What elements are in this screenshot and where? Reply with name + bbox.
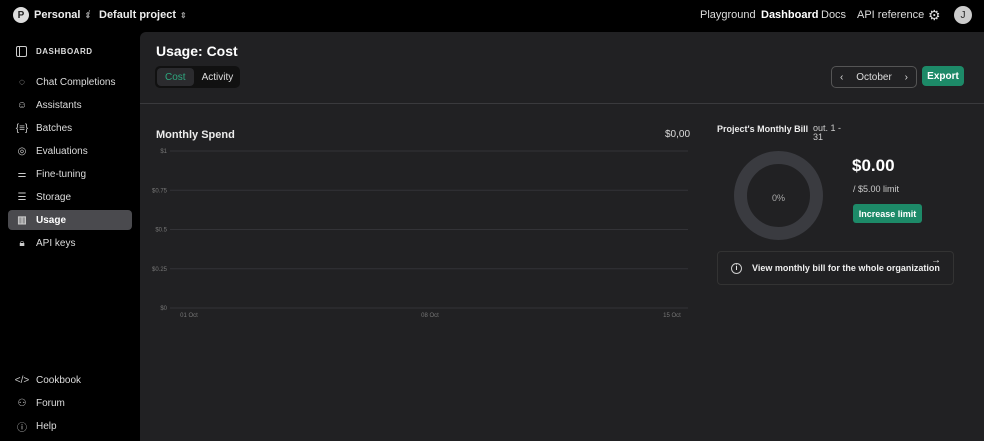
sidebar-item-label: Evaluations	[36, 145, 88, 157]
x-tick-label: 01 Oct	[180, 313, 198, 319]
sidebar-item-label: Chat Completions	[36, 76, 116, 88]
nav-docs[interactable]: Docs	[821, 9, 846, 21]
x-tick-label: 08 Oct	[421, 313, 439, 319]
sidebar-item-label: Help	[36, 420, 57, 432]
org-name: Personal	[34, 9, 81, 21]
sidebar-item-label: API keys	[36, 237, 76, 249]
bill-donut-chart: 0%	[734, 151, 823, 240]
month-label: October	[856, 71, 892, 83]
sidebar-item-assistants[interactable]: ☺ Assistants	[8, 95, 132, 115]
monthly-spend-chart: $0 $0.25 $0.5 $0.75 $1 01 Oct 08 Oct 15 Oct	[152, 149, 688, 319]
sidebar-item-help[interactable]: ⓘ Help	[8, 416, 132, 436]
chart-title: Monthly Spend	[156, 129, 235, 141]
nav-playground[interactable]: Playground	[700, 9, 756, 21]
tab-cost[interactable]: Cost	[157, 68, 194, 86]
y-tick-label: $0.25	[152, 267, 168, 273]
y-tick-label: $0.5	[155, 228, 167, 234]
chevron-right-icon[interactable]: ›	[905, 72, 908, 83]
lock-icon: 🔒︎	[19, 237, 25, 249]
chevron-left-icon[interactable]: ‹	[840, 72, 843, 83]
sidebar-toggle-icon[interactable]	[16, 46, 27, 57]
y-tick-label: $1	[160, 149, 167, 155]
y-tick-label: $0	[160, 306, 167, 312]
sidebar-item-label: Batches	[36, 122, 73, 134]
org-switcher[interactable]: Personal ⇕	[34, 9, 91, 21]
bill-title: Project's Monthly Bill	[717, 124, 809, 134]
bill-limit: / $5.00 limit	[853, 184, 900, 194]
info-icon: i	[731, 262, 742, 274]
sidebar-header-label: DASHBOARD	[36, 47, 93, 56]
arrow-right-icon: →	[931, 255, 941, 266]
sidebar-item-forum[interactable]: ⚇ Forum	[8, 393, 132, 413]
sidebar-item-label: Usage	[36, 214, 67, 226]
sidebar-item-usage[interactable]: ▥ Usage	[8, 210, 132, 230]
header-divider	[140, 103, 984, 104]
sliders-icon: ⚌	[17, 168, 27, 180]
sidebar-item-storage[interactable]: ☰ Storage	[8, 187, 132, 207]
breadcrumb-separator: /	[87, 9, 91, 21]
nav-dashboard[interactable]: Dashboard	[761, 9, 818, 21]
increase-limit-button[interactable]: Increase limit	[853, 204, 922, 223]
project-switcher[interactable]: Default project ⇕	[99, 9, 187, 21]
database-icon: ☰	[17, 191, 27, 203]
project-name: Default project	[99, 9, 177, 21]
bill-range: out. 1 - 31	[813, 123, 842, 142]
sidebar-item-fine-tuning[interactable]: ⚌ Fine-tuning	[8, 164, 132, 184]
sidebar-item-chat-completions[interactable]: ◌ Chat Completions	[8, 72, 132, 92]
chevron-updown-icon: ⇕	[180, 11, 187, 20]
bar-chart-icon: ▥	[17, 214, 27, 226]
top-bar: P Personal ⇕ / Default project ⇕ Playgroun…	[0, 0, 984, 32]
code-icon: </>	[14, 374, 30, 386]
help-icon: ⓘ	[17, 422, 27, 434]
org-avatar[interactable]: P	[13, 7, 29, 23]
export-button[interactable]: Export	[922, 66, 964, 86]
assistant-icon: ☺	[16, 99, 28, 111]
batches-icon: {≡}	[15, 122, 29, 134]
sidebar-item-api-keys[interactable]: 🔒︎ API keys	[8, 233, 132, 253]
view-org-bill-link[interactable]: i View monthly bill for the whole organiz…	[717, 251, 954, 285]
month-picker: ‹ October ›	[831, 66, 917, 88]
y-tick-label: $0.75	[152, 188, 168, 194]
nav-api-reference[interactable]: API reference	[857, 9, 924, 21]
gear-icon[interactable]: ⚙	[928, 8, 942, 22]
chat-icon: ◌	[19, 76, 25, 88]
org-bill-label: View monthly bill for the whole organiza…	[752, 263, 940, 273]
bill-percent: 0%	[771, 193, 785, 203]
sidebar-item-batches[interactable]: {≡} Batches	[8, 118, 132, 138]
x-tick-label: 15 Oct	[663, 313, 681, 319]
sidebar-item-label: Assistants	[36, 99, 82, 111]
sidebar-item-label: Storage	[36, 191, 72, 203]
tab-activity[interactable]: Activity	[194, 68, 242, 86]
main-panel: Usage: Cost Cost Activity ‹ October › Ex…	[140, 32, 984, 441]
user-avatar[interactable]: J	[954, 6, 972, 24]
chart-total: $0,00	[665, 129, 691, 140]
sidebar-item-evaluations[interactable]: ◎ Evaluations	[8, 141, 132, 161]
sidebar-item-label: Fine-tuning	[36, 168, 87, 180]
sidebar-item-label: Cookbook	[36, 374, 82, 386]
bill-amount: $0.00	[852, 156, 895, 175]
sidebar-header: DASHBOARD	[16, 46, 93, 57]
users-icon: ⚇	[17, 397, 27, 409]
sidebar-item-cookbook[interactable]: </> Cookbook	[8, 370, 132, 390]
page-title: Usage: Cost	[156, 43, 238, 59]
sidebar-item-label: Forum	[36, 397, 65, 409]
view-tabs: Cost Activity	[155, 66, 240, 88]
evaluations-icon: ◎	[17, 145, 27, 157]
